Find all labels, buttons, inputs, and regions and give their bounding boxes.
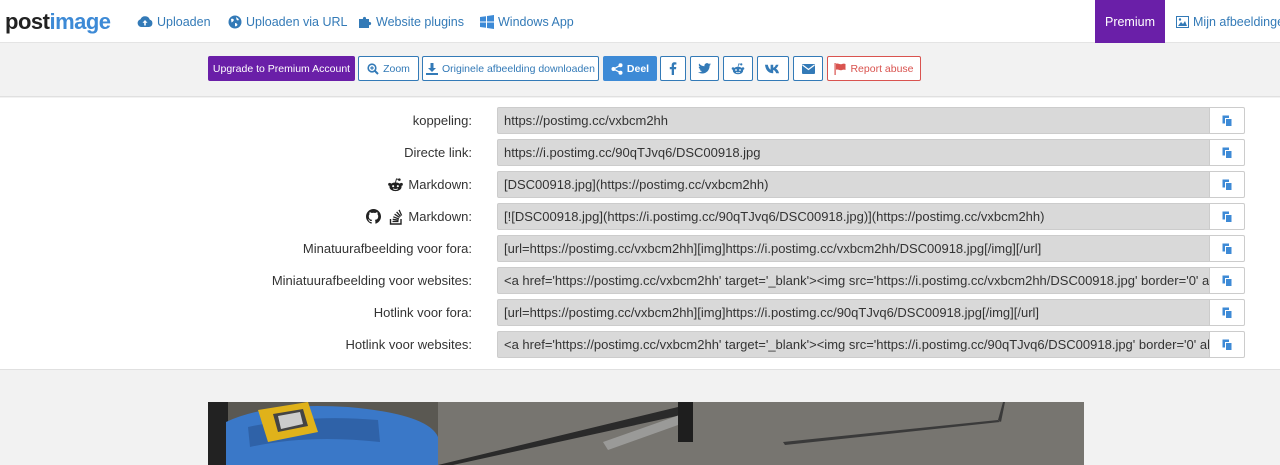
link-field-direct[interactable]: https://i.postimg.cc/90qTJvq6/DSC00918.j… — [497, 139, 1210, 166]
flag-icon — [834, 62, 846, 75]
copy-icon — [1222, 211, 1232, 223]
link-label-with-icon: Markdown: — [366, 203, 472, 230]
link-field-thumb-forum[interactable]: [url=https://postimg.cc/vxbcm2hh][img]ht… — [497, 235, 1210, 262]
upgrade-premium-button[interactable]: Upgrade to Premium Account — [208, 56, 355, 81]
link-label: Directe link: — [404, 145, 472, 160]
cloud-upload-icon — [137, 16, 153, 27]
vk-icon — [765, 64, 779, 73]
copy-button[interactable] — [1210, 107, 1245, 134]
link-label: Minatuurafbeelding voor fora: — [302, 241, 472, 256]
uploaded-photo[interactable] — [208, 402, 1084, 465]
image-icon — [1176, 15, 1189, 28]
link-row-thumb-website: Miniatuurafbeelding voor websites: <a hr… — [0, 267, 1280, 294]
copy-button[interactable] — [1210, 235, 1245, 262]
envelope-icon — [801, 63, 815, 74]
download-icon — [426, 62, 439, 75]
link-row-thumb-forum: Minatuurafbeelding voor fora: [url=https… — [0, 235, 1280, 262]
copy-icon — [1222, 115, 1232, 127]
copy-icon — [1222, 275, 1232, 287]
image-toolbar: Upgrade to Premium Account Zoom Originel… — [0, 43, 1280, 97]
nav-my-images[interactable]: Mijn afbeeldinger — [1176, 0, 1280, 43]
nav-upload-url[interactable]: Uploaden via URL — [228, 0, 347, 43]
nav-my-images-label: Mijn afbeeldinger — [1193, 14, 1280, 29]
copy-button[interactable] — [1210, 139, 1245, 166]
link-row-direct: Directe link: https://i.postimg.cc/90qTJ… — [0, 139, 1280, 166]
facebook-share-button[interactable] — [660, 56, 686, 81]
copy-icon — [1222, 147, 1232, 159]
link-label: Miniatuurafbeelding voor websites: — [271, 273, 472, 288]
reddit-icon — [388, 177, 404, 191]
premium-button[interactable]: Premium — [1095, 0, 1165, 43]
link-field-thumb-website[interactable]: <a href='https://postimg.cc/vxbcm2hh' ta… — [497, 267, 1210, 294]
copy-icon — [1222, 179, 1232, 191]
zoom-icon — [367, 62, 379, 75]
link-row-hotlink-website: Hotlink voor websites: <a href='https://… — [0, 331, 1280, 358]
download-original-label: Originele afbeelding downloaden — [442, 62, 595, 75]
logo-accent: image — [49, 9, 111, 34]
copy-button[interactable] — [1210, 203, 1245, 230]
report-abuse-label: Report abuse — [850, 62, 914, 75]
link-field-markdown-reddit[interactable]: [DSC00918.jpg](https://postimg.cc/vxbcm2… — [497, 171, 1210, 198]
link-label-text: Markdown: — [408, 177, 472, 192]
windows-icon — [480, 14, 494, 29]
link-label-with-icon: Markdown: — [387, 171, 472, 198]
share-label: Deel — [626, 62, 650, 75]
stackoverflow-icon — [390, 209, 403, 225]
zoom-button[interactable]: Zoom — [358, 56, 419, 81]
globe-icon — [228, 15, 242, 28]
nav-website-plugins[interactable]: Website plugins — [358, 0, 464, 43]
reddit-share-button[interactable] — [723, 56, 753, 81]
twitter-share-button[interactable] — [690, 56, 719, 81]
postimage-logo[interactable]: postimage — [5, 9, 111, 35]
link-field-markdown-github[interactable]: [![DSC00918.jpg](https://i.postimg.cc/90… — [497, 203, 1210, 230]
github-icon — [366, 209, 382, 224]
nav-upload-label: Uploaden — [157, 14, 211, 29]
copy-button[interactable] — [1210, 331, 1245, 358]
copy-icon — [1222, 243, 1232, 255]
copy-button[interactable] — [1210, 299, 1245, 326]
report-abuse-button[interactable]: Report abuse — [827, 56, 921, 81]
share-links-panel: koppeling: https://postimg.cc/vxbcm2hh D… — [0, 98, 1280, 370]
link-field-hotlink-forum[interactable]: [url=https://postimg.cc/vxbcm2hh][img]ht… — [497, 299, 1210, 326]
email-share-button[interactable] — [793, 56, 823, 81]
link-label: koppeling: — [412, 113, 472, 128]
share-icon — [611, 62, 623, 75]
link-row-markdown-github: Markdown: [![DSC00918.jpg](https://i.pos… — [0, 203, 1280, 230]
zoom-label: Zoom — [383, 62, 410, 75]
link-field-hotlink-website[interactable]: <a href='https://postimg.cc/vxbcm2hh' ta… — [497, 331, 1210, 358]
share-button[interactable]: Deel — [603, 56, 657, 81]
link-field-koppeling[interactable]: https://postimg.cc/vxbcm2hh — [497, 107, 1210, 134]
vk-share-button[interactable] — [757, 56, 789, 81]
nav-windows-app[interactable]: Windows App — [480, 0, 574, 43]
link-label-text: Markdown: — [408, 209, 472, 224]
link-row-koppeling: koppeling: https://postimg.cc/vxbcm2hh — [0, 107, 1280, 134]
link-row-hotlink-forum: Hotlink voor fora: [url=https://postimg.… — [0, 299, 1280, 326]
puzzle-icon — [359, 16, 372, 28]
top-navbar: postimage Uploaden Uploaden via URL Webs… — [0, 0, 1280, 43]
nav-windows-app-label: Windows App — [498, 14, 574, 29]
copy-button[interactable] — [1210, 267, 1245, 294]
logo-main: post — [5, 9, 50, 34]
link-row-markdown-reddit: Markdown: [DSC00918.jpg](https://postimg… — [0, 171, 1280, 198]
link-label: Hotlink voor websites: — [345, 337, 472, 352]
photo-content — [208, 402, 1084, 465]
copy-button[interactable] — [1210, 171, 1245, 198]
facebook-icon — [669, 62, 677, 75]
link-label: Hotlink voor fora: — [373, 305, 472, 320]
nav-upload-url-label: Uploaden via URL — [246, 14, 348, 29]
reddit-icon — [731, 62, 745, 74]
copy-icon — [1222, 307, 1232, 319]
nav-website-plugins-label: Website plugins — [376, 14, 465, 29]
nav-upload[interactable]: Uploaden — [137, 0, 211, 43]
copy-icon — [1222, 339, 1232, 351]
download-original-button[interactable]: Originele afbeelding downloaden — [422, 56, 599, 81]
twitter-icon — [698, 63, 711, 74]
